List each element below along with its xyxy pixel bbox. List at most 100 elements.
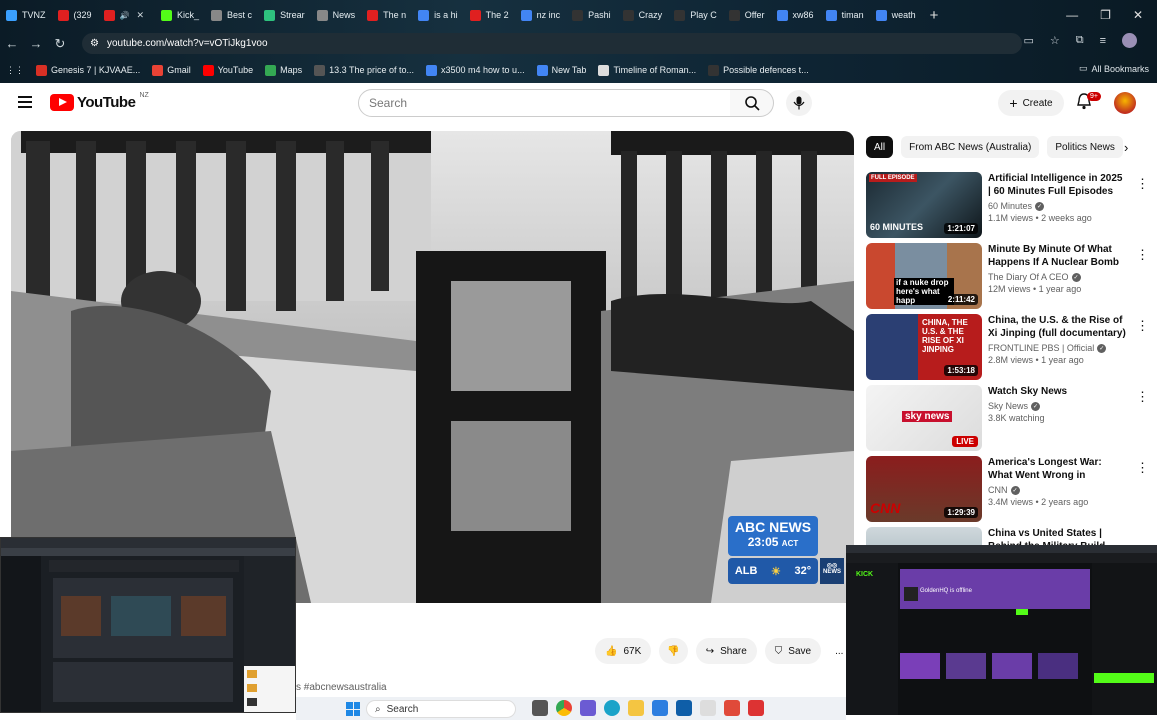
bookmark-item[interactable]: Maps: [265, 64, 302, 76]
save-button[interactable]: ⛉ Save: [764, 638, 822, 664]
close-tab-icon[interactable]: ✕: [136, 10, 144, 21]
browser-tab[interactable]: nz inc: [515, 0, 567, 30]
windows-start-icon[interactable]: [346, 702, 360, 716]
like-button[interactable]: 👍 67K: [595, 638, 652, 664]
recommended-video[interactable]: China vs United States | Behind the Mili…: [866, 527, 1146, 545]
left-picture-in-picture[interactable]: [0, 537, 296, 713]
bookmark-item[interactable]: x3500 m4 how to u...: [426, 64, 525, 76]
browser-tab[interactable]: (329: [52, 0, 98, 30]
browser-tab[interactable]: is a hi: [412, 0, 464, 30]
browser-tab[interactable]: Offer: [723, 0, 771, 30]
app-icon-2[interactable]: [652, 700, 668, 716]
profile-avatar[interactable]: [1122, 33, 1137, 48]
browser-tab[interactable]: The 2: [464, 0, 515, 30]
more-options-icon[interactable]: ⋮: [1136, 247, 1149, 263]
forward-icon[interactable]: →: [24, 36, 48, 51]
app-icon-3[interactable]: [676, 700, 692, 716]
recommended-video[interactable]: CHINA, THE U.S. & THE RISE OF XI JINPING…: [866, 314, 1149, 380]
browser-tab[interactable]: Best c: [205, 0, 258, 30]
create-button[interactable]: + Create: [998, 90, 1064, 116]
filter-chip[interactable]: From ABC News (Australia): [901, 136, 1040, 158]
video-thumbnail[interactable]: CHINA, THE U.S. & THE RISE OF XI JINPING…: [866, 314, 982, 380]
app-icon-6[interactable]: [748, 700, 764, 716]
voice-search-button[interactable]: [786, 90, 812, 116]
browser-tab[interactable]: News: [311, 0, 362, 30]
bookmark-item[interactable]: 13.3 The price of to...: [314, 64, 414, 76]
file-explorer-icon[interactable]: [628, 700, 644, 716]
more-options-icon[interactable]: ⋮: [1136, 389, 1149, 405]
bookmark-item[interactable]: Possible defences t...: [708, 64, 809, 76]
channel-name[interactable]: 60 Minutes: [988, 201, 1032, 211]
channel-name[interactable]: CNN: [988, 485, 1008, 495]
apps-icon[interactable]: ⋮⋮: [6, 65, 24, 76]
video-thumbnail[interactable]: if a nuke drop here's what happ 2:11:42: [866, 243, 982, 309]
video-thumbnail[interactable]: FULL EPISODE 60 MINUTES 1:21:07: [866, 172, 982, 238]
dislike-button[interactable]: 👎: [659, 638, 688, 664]
channel-name[interactable]: Sky News: [988, 401, 1028, 411]
video-title[interactable]: Watch Sky News: [988, 385, 1128, 398]
more-options-icon[interactable]: ⋮: [1136, 176, 1149, 192]
browser-tab[interactable]: Strear: [258, 0, 311, 30]
video-title[interactable]: Minute By Minute Of What Happens If A Nu…: [988, 243, 1128, 269]
site-info-icon[interactable]: ⚙: [90, 38, 99, 49]
chevron-right-icon[interactable]: ›: [1124, 140, 1128, 155]
browser-tab[interactable]: weath: [870, 0, 922, 30]
bookmark-star-icon[interactable]: ☆: [1050, 34, 1060, 47]
search-button[interactable]: [730, 89, 774, 117]
all-bookmarks[interactable]: ▭ All Bookmarks: [1079, 63, 1149, 74]
audio-icon[interactable]: 🔊: [120, 11, 130, 20]
cast-icon[interactable]: ▭: [1023, 34, 1033, 47]
channel-name[interactable]: The Diary Of A CEO: [988, 272, 1069, 282]
browser-tab[interactable]: TVNZ: [0, 0, 52, 30]
filter-chip[interactable]: All: [866, 136, 894, 158]
recommended-video[interactable]: sky news LIVE Watch Sky News Sky News ✓ 3.8K …: [866, 385, 1149, 451]
maximize-icon[interactable]: ❐: [1100, 8, 1111, 22]
task-view-icon[interactable]: [532, 700, 548, 716]
bookmark-item[interactable]: Timeline of Roman...: [598, 64, 696, 76]
right-picture-in-picture[interactable]: KICK GoldenHQ is offline: [846, 545, 1157, 715]
profile-icon[interactable]: ≡: [1100, 35, 1106, 47]
filter-chip[interactable]: Politics News: [1047, 136, 1123, 158]
reload-icon[interactable]: ↻: [48, 36, 72, 52]
browser-tab[interactable]: Crazy: [617, 0, 669, 30]
bookmark-item[interactable]: YouTube: [202, 64, 253, 76]
video-thumbnail[interactable]: sky news LIVE: [866, 385, 982, 451]
bookmark-item[interactable]: Gmail: [152, 64, 191, 76]
close-window-icon[interactable]: ✕: [1133, 8, 1143, 22]
video-thumbnail[interactable]: CNN 1:29:39: [866, 456, 982, 522]
video-thumbnail[interactable]: [866, 527, 982, 545]
extensions-icon[interactable]: ⧉: [1076, 34, 1084, 47]
app-icon[interactable]: [580, 700, 596, 716]
minimize-icon[interactable]: —: [1066, 8, 1078, 22]
address-bar[interactable]: ⚙ youtube.com/watch?v=vOTiJkg1voo: [82, 33, 1022, 54]
chrome-icon[interactable]: [556, 700, 572, 716]
video-title[interactable]: America's Longest War: What Went Wrong i…: [988, 456, 1128, 482]
video-title[interactable]: Artificial Intelligence in 2025 | 60 Min…: [988, 172, 1128, 198]
video-title[interactable]: China, the U.S. & the Rise of Xi Jinping…: [988, 314, 1128, 340]
browser-tab[interactable]: Kick_: [155, 0, 205, 30]
back-icon[interactable]: ←: [0, 36, 24, 51]
app-icon-4[interactable]: [700, 700, 716, 716]
browser-tab[interactable]: xw86: [771, 0, 820, 30]
taskbar-search[interactable]: ⌕ Search: [366, 700, 516, 718]
recommended-video[interactable]: CNN 1:29:39 America's Longest War: What We…: [866, 456, 1149, 522]
menu-icon[interactable]: [18, 96, 32, 108]
edge-icon[interactable]: [604, 700, 620, 716]
browser-tab[interactable]: Play C: [668, 0, 723, 30]
new-tab-icon[interactable]: +: [922, 7, 947, 24]
user-avatar[interactable]: [1114, 92, 1136, 114]
channel-name[interactable]: FRONTLINE PBS | Official: [988, 343, 1094, 353]
description-hashtag[interactable]: s #abcnewsaustralia: [296, 682, 387, 693]
search-input[interactable]: Search: [358, 89, 731, 117]
bookmark-item[interactable]: New Tab: [536, 64, 586, 76]
browser-tab[interactable]: Pashi: [566, 0, 617, 30]
more-options-icon[interactable]: ⋮: [1136, 460, 1149, 476]
share-button[interactable]: ↪ Share: [695, 638, 757, 664]
app-icon-5[interactable]: [724, 700, 740, 716]
recommended-video[interactable]: if a nuke drop here's what happ 2:11:42 Mi…: [866, 243, 1149, 309]
browser-tab[interactable]: timan: [820, 0, 870, 30]
youtube-logo[interactable]: YouTube NZ: [50, 92, 149, 111]
more-options-icon[interactable]: ⋮: [1136, 318, 1149, 334]
browser-tab[interactable]: The n: [361, 0, 412, 30]
video-title[interactable]: China vs United States | Behind the Mili…: [988, 527, 1128, 545]
